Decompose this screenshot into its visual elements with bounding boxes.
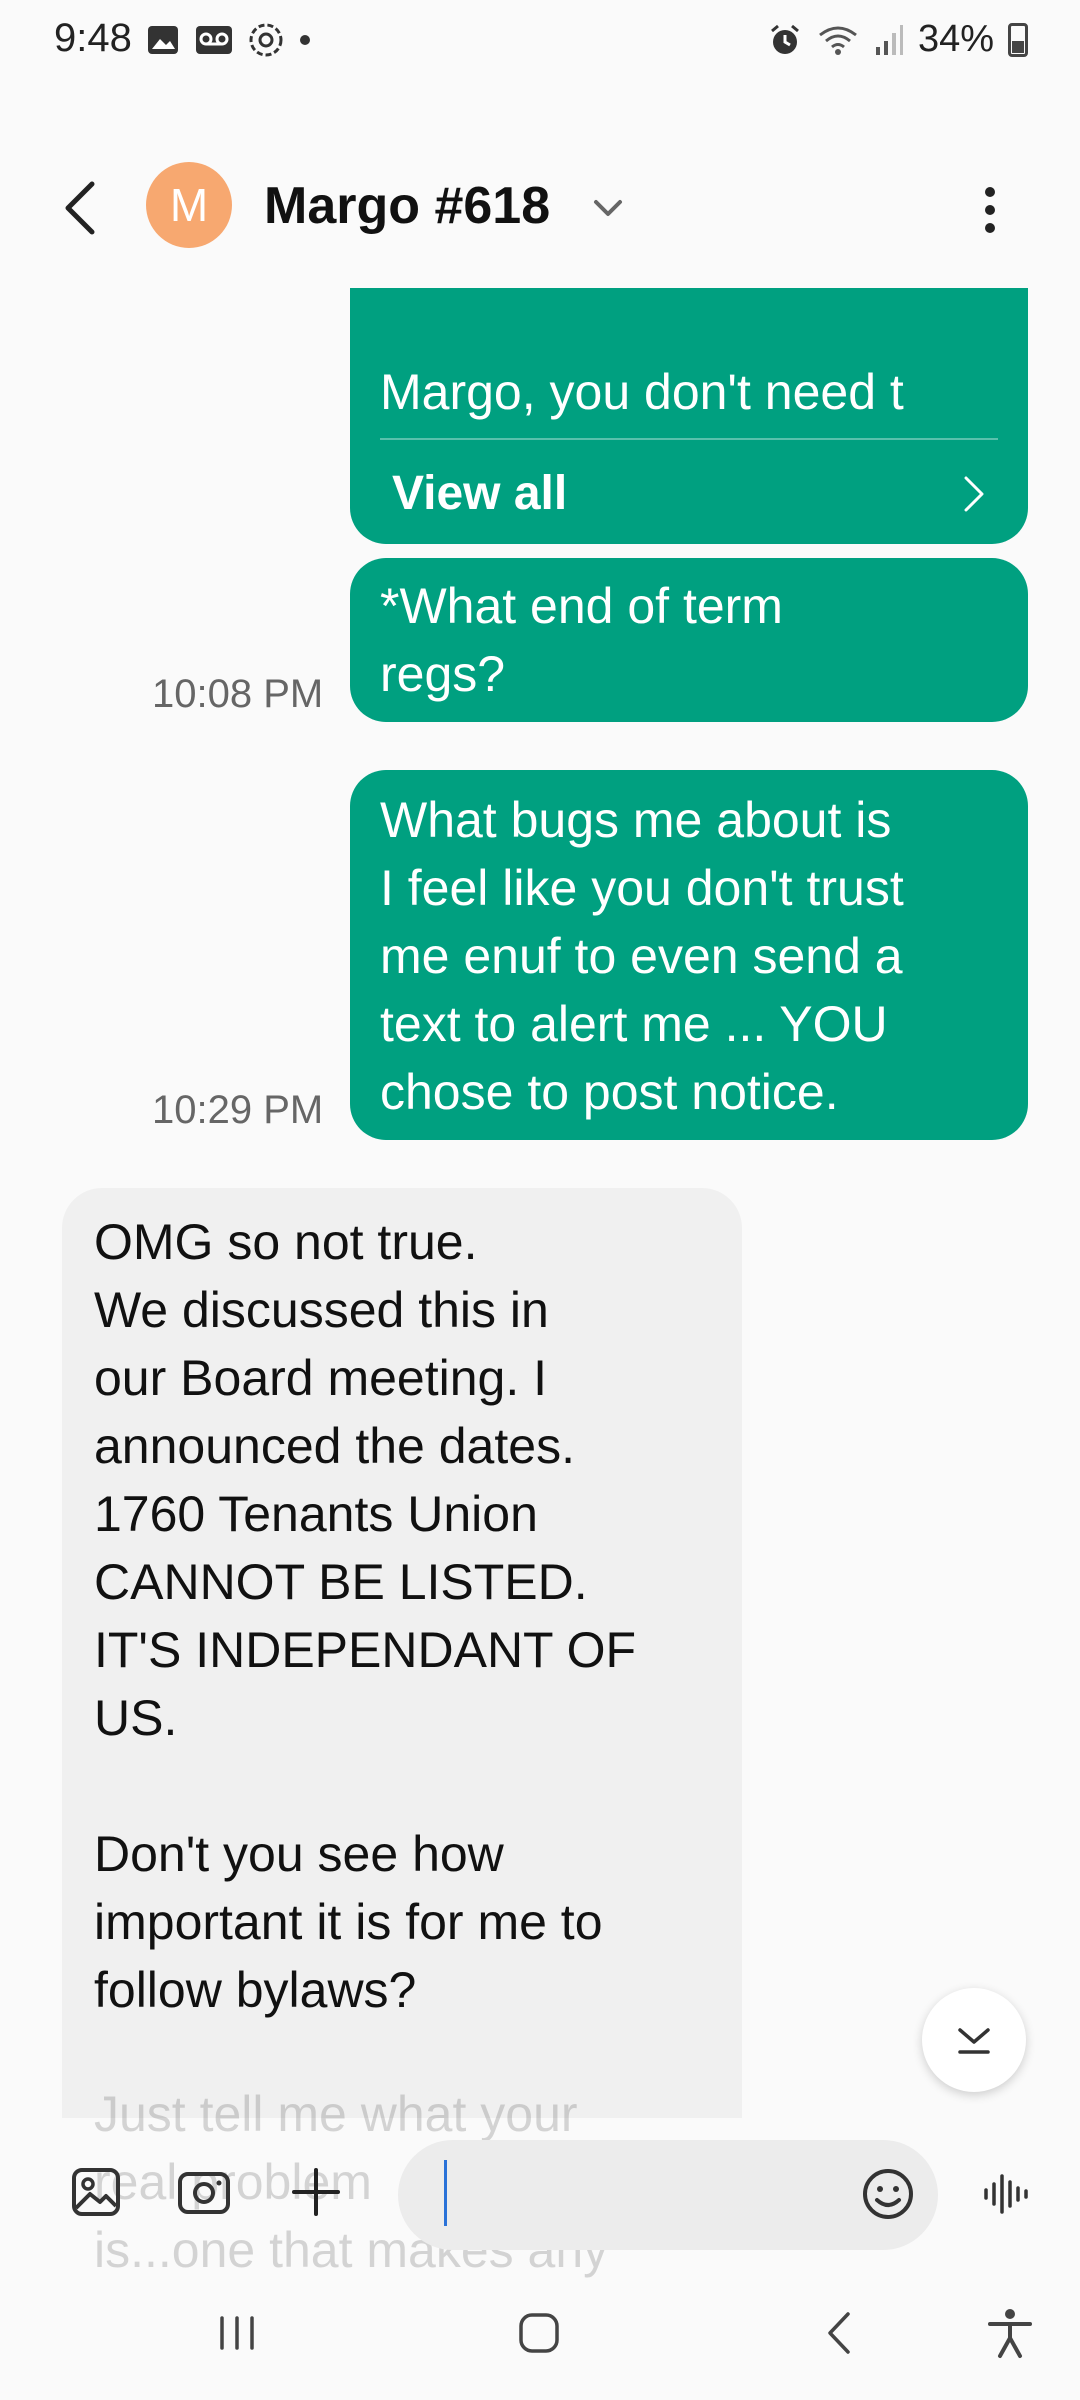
message-text: Margo, you don't need t [380, 364, 904, 420]
signal-icon [875, 24, 903, 55]
view-all-link[interactable]: View all [392, 460, 567, 528]
contact-name[interactable]: Margo #618 [264, 176, 550, 236]
message-bubble-incoming[interactable]: OMG so not true. We discussed this in ou… [62, 1188, 742, 2118]
battery-icon [1008, 22, 1028, 57]
alarm-icon [770, 24, 799, 54]
chevron-down-bar-icon [958, 2028, 990, 2054]
status-time: 9:48 [54, 16, 132, 60]
message-text: OMG so not true. We discussed this in ou… [94, 1214, 637, 2018]
avatar-letter: M [169, 179, 209, 231]
gallery-icon[interactable] [66, 2162, 126, 2222]
plus-icon[interactable] [286, 2162, 346, 2222]
dot-icon [300, 35, 310, 45]
status-right-icons: 34% [768, 18, 1028, 61]
status-bar: 9:48 34% [0, 0, 1080, 80]
back-nav-icon[interactable] [816, 2308, 866, 2358]
voicemail-icon [196, 26, 232, 54]
chevron-right-icon[interactable] [958, 474, 988, 514]
home-icon[interactable] [514, 2308, 564, 2358]
message-composer [0, 2128, 1080, 2278]
voice-waveform-icon[interactable] [976, 2164, 1036, 2224]
camera-icon[interactable] [174, 2162, 234, 2222]
message-text: *What end of term regs? [380, 578, 783, 702]
message-bubble-outgoing[interactable]: *What end of term regs? [350, 558, 1028, 722]
avatar[interactable]: M [146, 162, 232, 248]
message-time: 10:08 PM [152, 672, 324, 716]
text-cursor [444, 2160, 447, 2226]
system-nav-bar [0, 2280, 1080, 2400]
message-bubble-outgoing[interactable]: What bugs me about is I feel like you do… [350, 770, 1028, 1140]
conversation-header: M Margo #618 [0, 150, 1080, 260]
divider [380, 438, 998, 440]
message-text: What bugs me about is I feel like you do… [380, 792, 904, 1120]
battery-percent: 34% [917, 18, 994, 60]
image-icon [148, 26, 178, 54]
wifi-icon [819, 26, 857, 55]
scroll-to-bottom-button[interactable] [922, 1988, 1026, 2092]
recent-apps-icon[interactable] [212, 2308, 262, 2358]
message-input[interactable] [452, 2162, 832, 2226]
chevron-down-icon[interactable] [590, 190, 626, 226]
emoji-icon[interactable] [858, 2164, 918, 2224]
back-arrow-icon[interactable] [56, 178, 106, 238]
message-bubble-outgoing[interactable]: Margo, you don't need t View all [350, 288, 1028, 544]
accessibility-icon[interactable] [984, 2306, 1036, 2360]
more-vert-icon[interactable] [970, 180, 1010, 240]
message-time: 10:29 PM [152, 1088, 324, 1132]
aperture-icon [249, 23, 283, 57]
status-left-icons [146, 22, 312, 58]
